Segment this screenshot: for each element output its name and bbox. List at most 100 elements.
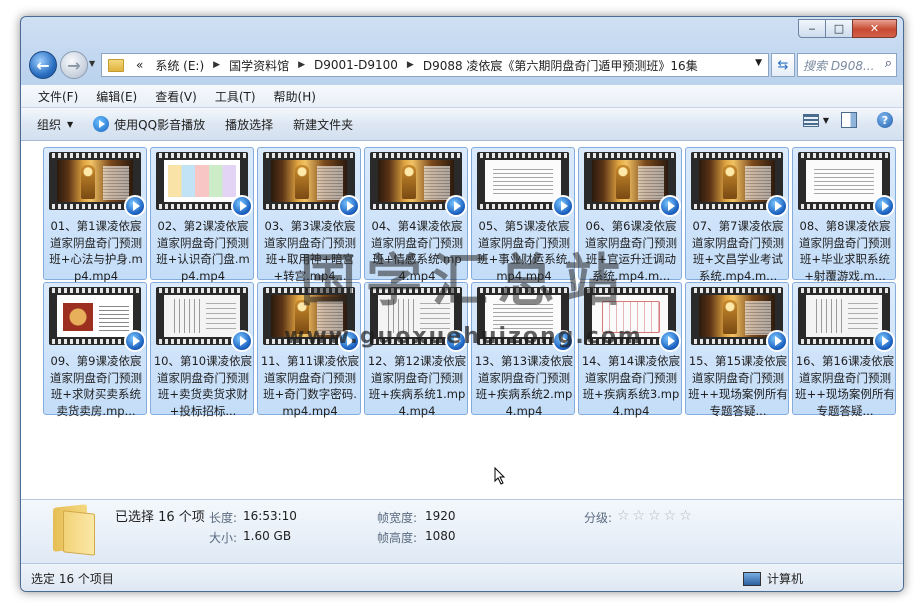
status-location-text: 计算机	[767, 572, 804, 586]
file-name: 09、第9课凌依宸道家阴盘奇门预测班+求财买卖系统卖货卖房.mp...	[50, 354, 142, 418]
selection-count: 已选择 16 个项	[115, 510, 205, 525]
chevron-down-icon: ▼	[67, 119, 74, 129]
qq-player-icon	[93, 116, 110, 132]
menu-view[interactable]: 查看(V)	[147, 88, 205, 105]
search-icon[interactable]: ⌕	[885, 56, 892, 71]
address-prefix[interactable]: «	[130, 58, 149, 72]
qq-player-badge-icon	[766, 330, 788, 352]
search-box[interactable]: 搜索 D908... ⌕	[797, 53, 897, 77]
file-item[interactable]: 09、第9课凌依宸道家阴盘奇门预测班+求财买卖系统卖货卖房.mp...	[43, 282, 147, 418]
status-selection-text: 选定 16 个项目	[31, 572, 114, 586]
recent-pages-dropdown[interactable]: ▼	[89, 59, 95, 68]
qq-player-badge-icon	[445, 195, 467, 217]
rating-stars[interactable]: ☆☆☆☆☆	[617, 508, 695, 524]
back-button[interactable]: ←	[29, 51, 57, 79]
folder-icon	[108, 58, 124, 72]
file-item[interactable]: 02、第2课凌依宸道家阴盘奇门预测班+认识奇门盘.mp4.mp4	[150, 147, 254, 283]
toolbar-right-group: ▼ ?	[802, 112, 893, 128]
frame-height-value: 1080	[425, 529, 456, 543]
play-with-qq-label: 使用QQ影音播放	[114, 117, 206, 132]
file-name: 15、第15课凌依宸道家阴盘奇门预测班++现场案例所有专题答疑...	[688, 354, 788, 418]
file-name: 07、第7课凌依宸道家阴盘奇门预测班+文昌学业考试系统.mp4.m...	[692, 219, 784, 283]
refresh-icon: ⇆	[777, 57, 789, 73]
breadcrumb-current-folder[interactable]: D9088 凌依宸《第六期阴盘奇门遁甲预测班》16集	[417, 57, 704, 74]
breadcrumb-library[interactable]: 国学资料馆	[223, 57, 295, 74]
maximize-button[interactable]: □	[825, 19, 853, 38]
file-name: 11、第11课凌依宸道家阴盘奇门预测班+奇门数字密码.mp4.mp4	[260, 354, 360, 418]
forward-button[interactable]: →	[60, 51, 88, 79]
size-label: 大小:	[209, 531, 238, 545]
menu-tools[interactable]: 工具(T)	[207, 88, 264, 105]
help-icon[interactable]: ?	[877, 112, 893, 128]
play-with-qq-button[interactable]: 使用QQ影音播放	[83, 112, 215, 136]
qq-player-badge-icon	[766, 195, 788, 217]
new-folder-label: 新建文件夹	[293, 117, 354, 132]
file-item[interactable]: 16、第16课凌依宸道家阴盘奇门预测班++现场案例所有专题答疑...	[792, 282, 896, 418]
address-dropdown-icon[interactable]: ▼	[755, 58, 762, 68]
menu-file[interactable]: 文件(F)	[30, 88, 86, 105]
file-name: 10、第10课凌依宸道家阴盘奇门预测班+卖货卖货求财+投标招标...	[153, 354, 253, 418]
qq-player-badge-icon	[124, 195, 146, 217]
chevron-right-icon[interactable]: ▶	[404, 60, 417, 70]
close-button[interactable]: ✕	[852, 19, 897, 38]
menu-edit[interactable]: 编辑(E)	[88, 88, 145, 105]
watermark-url: www.guoxuehuizong.com	[284, 324, 643, 349]
qq-player-badge-icon	[659, 195, 681, 217]
minimize-button[interactable]: ‒	[798, 19, 826, 38]
frame-height-label: 帧高度:	[377, 531, 418, 545]
forward-arrow-icon: →	[67, 55, 81, 75]
organize-label: 组织	[37, 117, 62, 132]
organize-button[interactable]: 组织 ▼	[27, 112, 83, 136]
qq-player-badge-icon	[659, 330, 681, 352]
address-bar[interactable]: « 系统 (E:) ▶ 国学资料馆 ▶ D9001-D9100 ▶ D9088 …	[101, 53, 769, 77]
rating-label: 分级:	[584, 511, 613, 525]
breadcrumb-drive[interactable]: 系统 (E:)	[149, 57, 210, 74]
file-name: 02、第2课凌依宸道家阴盘奇门预测班+认识奇门盘.mp4.mp4	[156, 219, 250, 283]
file-item[interactable]: 01、第1课凌依宸道家阴盘奇门预测班+心法与护身.mp4.mp4	[43, 147, 147, 283]
mouse-cursor-icon	[494, 467, 506, 485]
frame-width-value: 1920	[425, 509, 456, 523]
qq-player-badge-icon	[873, 195, 895, 217]
qq-player-badge-icon	[231, 330, 253, 352]
file-name: 13、第13课凌依宸道家阴盘奇门预测班+疾病系统2.mp4.mp4	[474, 354, 574, 418]
refresh-button[interactable]: ⇆	[771, 53, 795, 77]
command-bar: 组织 ▼ 使用QQ影音播放 播放选择 新建文件夹 ▼ ?	[21, 108, 903, 141]
length-label: 长度:	[209, 511, 238, 525]
folder-icon	[53, 504, 95, 556]
computer-icon	[743, 571, 761, 586]
file-list-view[interactable]: 01、第1课凌依宸道家阴盘奇门预测班+心法与护身.mp4.mp4 02、第2课凌依…	[21, 141, 903, 499]
menu-help[interactable]: 帮助(H)	[266, 88, 324, 105]
play-selection-button[interactable]: 播放选择	[215, 112, 283, 136]
qq-player-badge-icon	[231, 195, 253, 217]
qq-player-badge-icon	[552, 195, 574, 217]
watermark-text: 国学汇总站	[300, 248, 630, 314]
length-value: 16:53:10	[243, 509, 297, 523]
preview-pane-icon[interactable]	[841, 112, 857, 128]
window-caption-buttons: ‒ □ ✕	[798, 19, 897, 38]
view-dropdown-icon[interactable]: ▼	[823, 116, 829, 125]
size-value: 1.60 GB	[243, 529, 292, 543]
file-name: 01、第1课凌依宸道家阴盘奇门预测班+心法与护身.mp4.mp4	[49, 219, 143, 283]
file-item[interactable]: 08、第8课凌依宸道家阴盘奇门预测班+毕业求职系统+射覆游戏.m...	[792, 147, 896, 283]
file-item[interactable]: 07、第7课凌依宸道家阴盘奇门预测班+文昌学业考试系统.mp4.m...	[685, 147, 789, 283]
details-pane: 已选择 16 个项 长度: 16:53:10 大小: 1.60 GB 帧宽度: …	[21, 499, 903, 563]
file-name: 08、第8课凌依宸道家阴盘奇门预测班+毕业求职系统+射覆游戏.m...	[799, 219, 891, 283]
qq-player-badge-icon	[873, 330, 895, 352]
play-selection-label: 播放选择	[225, 117, 274, 132]
status-bar: 选定 16 个项目 计算机	[21, 563, 903, 591]
status-location: 计算机	[743, 570, 803, 587]
view-options-icon[interactable]	[802, 113, 819, 127]
frame-width-label: 帧宽度:	[377, 511, 418, 525]
chevron-right-icon[interactable]: ▶	[295, 60, 308, 70]
file-item[interactable]: 15、第15课凌依宸道家阴盘奇门预测班++现场案例所有专题答疑...	[685, 282, 789, 418]
menu-bar: 文件(F) 编辑(E) 查看(V) 工具(T) 帮助(H)	[21, 85, 903, 108]
file-name: 14、第14课凌依宸道家阴盘奇门预测班+疾病系统3.mp4.mp4	[581, 354, 681, 418]
file-item[interactable]: 10、第10课凌依宸道家阴盘奇门预测班+卖货卖货求财+投标招标...	[150, 282, 254, 418]
qq-player-badge-icon	[338, 195, 360, 217]
back-arrow-icon: ←	[36, 55, 50, 75]
breadcrumb-range[interactable]: D9001-D9100	[308, 58, 404, 72]
new-folder-button[interactable]: 新建文件夹	[283, 112, 363, 136]
chevron-right-icon[interactable]: ▶	[210, 60, 223, 70]
file-name: 12、第12课凌依宸道家阴盘奇门预测班+疾病系统1.mp4.mp4	[367, 354, 467, 418]
file-name: 16、第16课凌依宸道家阴盘奇门预测班++现场案例所有专题答疑...	[795, 354, 895, 418]
